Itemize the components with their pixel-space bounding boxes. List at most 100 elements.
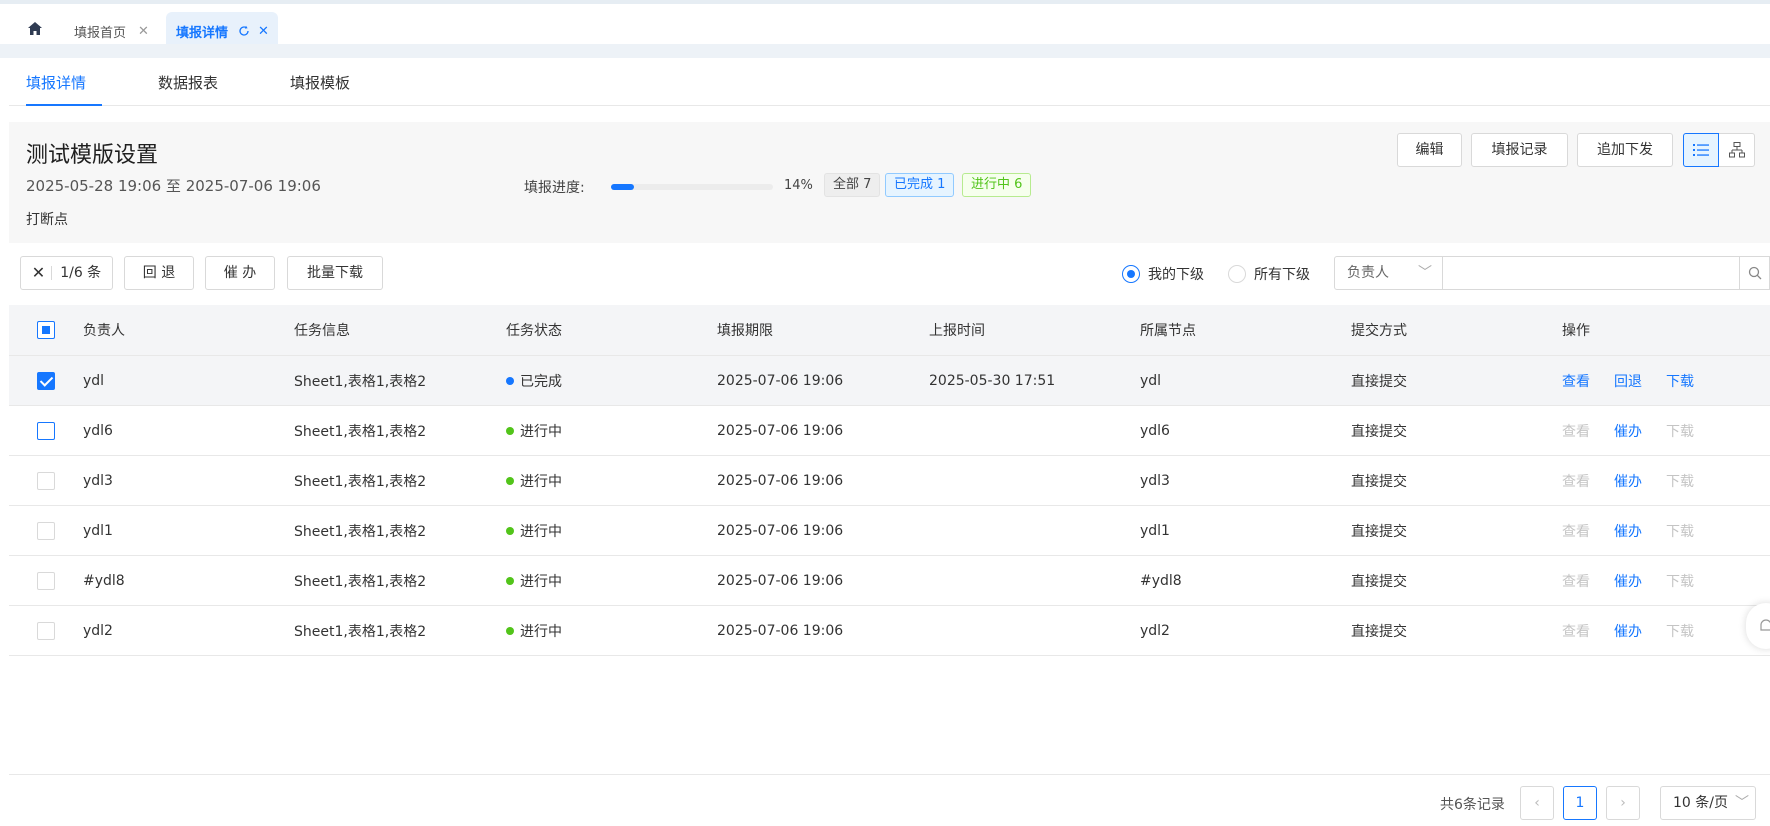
column-header: 任务信息 xyxy=(294,323,350,339)
page-number-button[interactable]: 1 xyxy=(1563,786,1597,820)
task-note: 打断点 xyxy=(26,212,68,228)
table-row[interactable]: ydl6 Sheet1,表格1,表格2 进行中 2025-07-06 19:06 ydl… xyxy=(9,406,1770,456)
radio-dot xyxy=(1122,265,1140,283)
search-input[interactable] xyxy=(1443,256,1740,290)
cell-status: 进行中 xyxy=(520,573,562,590)
tag-done[interactable]: 已完成 1 xyxy=(885,173,955,197)
column-header: 所属节点 xyxy=(1140,323,1196,339)
cell-task-info: Sheet1,表格1,表格2 xyxy=(294,573,427,590)
table-row[interactable]: ydl Sheet1,表格1,表格2 已完成 2025-07-06 19:06 2025… xyxy=(9,356,1770,406)
cell-deadline: 2025-07-06 19:06 xyxy=(717,372,844,389)
urge-button[interactable]: 催 办 xyxy=(205,256,275,290)
status-dot xyxy=(506,526,514,535)
tree-view-button[interactable] xyxy=(1719,133,1755,167)
radio-all-subordinates[interactable]: 所有下级 xyxy=(1228,264,1310,284)
append-issue-button[interactable]: 追加下发 xyxy=(1577,133,1673,167)
row-checkbox[interactable] xyxy=(37,571,55,590)
tree-icon xyxy=(1728,142,1745,158)
list-icon xyxy=(1693,144,1709,156)
prev-page-button[interactable]: ‹ xyxy=(1520,786,1554,820)
search-button[interactable] xyxy=(1740,256,1770,290)
selected-count-button[interactable]: ✕ 1/6 条 xyxy=(20,256,113,290)
refresh-icon[interactable] xyxy=(238,25,250,37)
progress-bar xyxy=(611,184,773,190)
edit-button[interactable]: 编辑 xyxy=(1397,133,1462,167)
row-action-link[interactable]: 催办 xyxy=(1614,621,1642,641)
row-action-link: 下载 xyxy=(1666,473,1694,490)
row-action-link: 下载 xyxy=(1666,423,1694,440)
rollback-button[interactable]: 回 退 xyxy=(124,256,194,290)
divider xyxy=(51,266,53,280)
table-body: ydl Sheet1,表格1,表格2 已完成 2025-07-06 19:06 2025… xyxy=(9,356,1770,656)
cell-deadline: 2025-07-06 19:06 xyxy=(717,572,844,589)
cell-task-info: Sheet1,表格1,表格2 xyxy=(294,423,427,440)
row-checkbox[interactable] xyxy=(37,421,55,440)
tag-doing[interactable]: 进行中 6 xyxy=(962,173,1032,197)
row-action-link[interactable]: 下载 xyxy=(1666,371,1694,391)
batch-download-button[interactable]: 批量下载 xyxy=(287,256,383,290)
progress-label: 填报进度: xyxy=(524,180,585,196)
row-action-link[interactable]: 回退 xyxy=(1614,371,1642,391)
cell-owner: ydl1 xyxy=(83,522,113,539)
cell-submit-method: 直接提交 xyxy=(1351,623,1407,640)
row-action-link: 查看 xyxy=(1562,573,1590,590)
cell-task-info: Sheet1,表格1,表格2 xyxy=(294,523,427,540)
list-view-button[interactable] xyxy=(1683,133,1719,167)
cell-node: ydl2 xyxy=(1140,622,1170,639)
column-header: 任务状态 xyxy=(506,323,562,339)
search-icon xyxy=(1748,266,1761,280)
clear-selection-icon[interactable]: ✕ xyxy=(32,257,45,289)
close-icon[interactable]: ✕ xyxy=(258,24,269,39)
cell-deadline: 2025-07-06 19:06 xyxy=(717,622,844,639)
table-row[interactable]: ydl2 Sheet1,表格1,表格2 进行中 2025-07-06 19:06 ydl… xyxy=(9,606,1770,656)
row-checkbox[interactable] xyxy=(37,621,55,640)
column-header: 填报期限 xyxy=(717,323,773,339)
row-action-link[interactable]: 催办 xyxy=(1614,521,1642,541)
cell-node: ydl1 xyxy=(1140,522,1170,539)
owner-select-value: 负责人 xyxy=(1347,265,1389,281)
table-row[interactable]: ydl3 Sheet1,表格1,表格2 进行中 2025-07-06 19:06 ydl… xyxy=(9,456,1770,506)
table-row[interactable]: ydl1 Sheet1,表格1,表格2 进行中 2025-07-06 19:06 ydl… xyxy=(9,506,1770,556)
radio-my-subordinates[interactable]: 我的下级 xyxy=(1122,264,1204,284)
owner-select[interactable]: 负责人 ﹀ xyxy=(1334,256,1443,290)
status-dot xyxy=(506,476,514,485)
row-action-link: 查看 xyxy=(1562,423,1590,440)
cell-status: 进行中 xyxy=(520,623,562,640)
row-action-link[interactable]: 催办 xyxy=(1614,471,1642,491)
row-checkbox[interactable] xyxy=(37,521,55,540)
select-all-checkbox[interactable] xyxy=(37,321,55,339)
table-row[interactable]: #ydl8 Sheet1,表格1,表格2 进行中 2025-07-06 19:06 #y… xyxy=(9,556,1770,606)
tab-fill-detail-sub[interactable]: 填报详情 xyxy=(26,64,102,106)
table-toolbar: ✕ 1/6 条 回 退 催 办 批量下载 我的下级 所有下级 负责人 ﹀ xyxy=(0,256,1770,292)
page-tab-bar: 填报首页 ✕ 填报详情 ✕ xyxy=(0,4,1770,50)
tab-data-report[interactable]: 数据报表 xyxy=(158,64,218,106)
cell-deadline: 2025-07-06 19:06 xyxy=(717,422,844,439)
tab-fill-home[interactable]: 填报首页 ✕ xyxy=(74,14,149,48)
radio-dot xyxy=(1228,265,1246,283)
cell-owner: ydl xyxy=(83,372,105,389)
tag-all[interactable]: 全部 7 xyxy=(824,173,881,197)
fill-record-button[interactable]: 填报记录 xyxy=(1471,133,1568,167)
home-icon[interactable] xyxy=(26,20,44,38)
next-page-button[interactable]: › xyxy=(1606,786,1640,820)
column-header: 负责人 xyxy=(83,323,125,339)
cell-deadline: 2025-07-06 19:06 xyxy=(717,522,844,539)
row-checkbox[interactable] xyxy=(37,471,55,490)
column-header: 操作 xyxy=(1562,323,1590,339)
cell-status: 进行中 xyxy=(520,423,562,440)
close-icon[interactable]: ✕ xyxy=(138,24,149,39)
row-action-link[interactable]: 查看 xyxy=(1562,371,1590,391)
tab-fill-template[interactable]: 填报模板 xyxy=(290,64,350,106)
page-size-select[interactable]: 10 条/页 ﹀ xyxy=(1660,786,1756,820)
row-action-link[interactable]: 催办 xyxy=(1614,571,1642,591)
cell-submit-method: 直接提交 xyxy=(1351,573,1407,590)
pagination-total: 共6条记录 xyxy=(1440,797,1505,813)
row-action-link: 下载 xyxy=(1666,623,1694,640)
row-action-link: 下载 xyxy=(1666,573,1694,590)
row-checkbox[interactable] xyxy=(37,371,55,390)
task-info-panel: 测试模版设置 2025-05-28 19:06 至 2025-07-06 19:… xyxy=(9,122,1770,243)
cell-status: 已完成 xyxy=(520,373,562,390)
cell-status: 进行中 xyxy=(520,523,562,540)
row-action-link[interactable]: 催办 xyxy=(1614,421,1642,441)
cell-task-info: Sheet1,表格1,表格2 xyxy=(294,473,427,490)
